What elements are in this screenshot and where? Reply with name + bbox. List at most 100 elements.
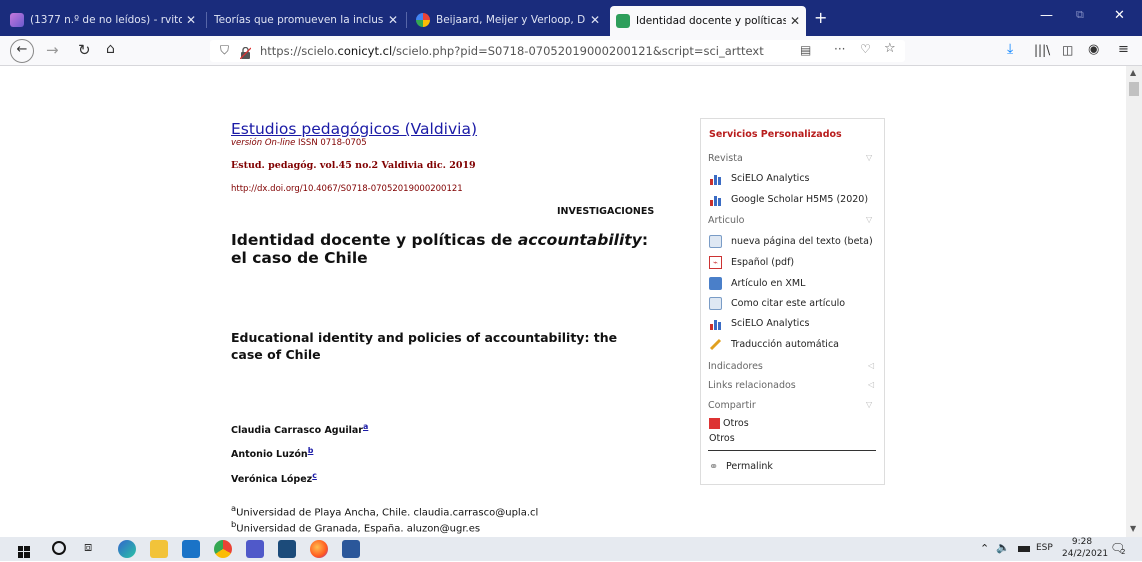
title-es-part1: Identidad docente y políticas de — [231, 231, 518, 249]
teams-icon[interactable] — [246, 540, 264, 558]
edge-icon[interactable] — [118, 540, 136, 558]
sidebar-item-label: Como citar este artículo — [731, 298, 846, 309]
battery-icon[interactable] — [1018, 546, 1030, 552]
sidebar-section-articulo[interactable]: Articulo — [708, 215, 744, 226]
author-2: Antonio Luzónb — [231, 446, 313, 460]
menu-icon[interactable]: ≡ — [1118, 42, 1129, 57]
task-view-icon[interactable]: ⧈ — [84, 540, 92, 555]
mail-app-icon[interactable] — [182, 540, 200, 558]
url-bar[interactable]: ⛉ https://scielo.conicyt.cl/scielo.php?p… — [210, 40, 905, 62]
link-icon: ⚭ — [709, 460, 719, 473]
sidebar-item-scielo-analytics-2[interactable]: SciELO Analytics — [709, 317, 810, 330]
sidebar-item-scielo-analytics[interactable]: SciELO Analytics — [709, 172, 810, 185]
insecure-lock-icon[interactable] — [239, 44, 252, 60]
author-sup-link[interactable]: a — [363, 422, 368, 431]
sidebar-item-otros[interactable]: Otros — [709, 433, 735, 444]
close-icon[interactable]: ✕ — [590, 13, 600, 27]
chevron-left-icon[interactable]: ◁ — [868, 361, 874, 370]
author-name: Antonio Luzón — [231, 449, 308, 461]
url-text[interactable]: https://scielo.conicyt.cl/scielo.php?pid… — [260, 44, 764, 58]
title-en-line1: Educational identity and policies of acc… — [231, 330, 618, 345]
author-3: Verónica Lópezc — [231, 471, 317, 485]
title-es-line2: el caso de Chile — [231, 249, 368, 267]
sidebar-section-compartir[interactable]: Compartir — [708, 400, 756, 411]
url-domain: conicyt.cl — [337, 44, 393, 58]
sidebar-section-revista[interactable]: Revista — [708, 153, 743, 164]
sidebar-item-google-scholar[interactable]: Google Scholar H5M5 (2020) — [709, 193, 868, 206]
close-icon[interactable]: ✕ — [388, 13, 398, 27]
chevron-left-icon[interactable]: ◁ — [868, 380, 874, 389]
sidebar-icon[interactable]: ◫ — [1062, 43, 1073, 57]
mail-icon — [10, 13, 24, 27]
sidebar-item-new-page[interactable]: nueva página del texto (beta) — [709, 235, 873, 248]
home-icon[interactable]: ⌂ — [106, 41, 115, 57]
scroll-down-icon[interactable]: ▼ — [1130, 524, 1136, 533]
title-es-emphasis: accountability — [517, 231, 642, 249]
back-arrow-icon[interactable]: ← — [10, 39, 34, 63]
sidebar-section-indicadores[interactable]: Indicadores — [708, 361, 763, 372]
affiliation-text: Universidad de Granada, España. aluzon@u… — [236, 523, 481, 535]
chrome-icon[interactable] — [214, 540, 232, 558]
chevron-down-icon[interactable]: ▽ — [866, 215, 872, 224]
tab-3[interactable]: Beijaard, Meijer y Verloop, D. (2 ✕ — [410, 8, 606, 32]
pencil-icon — [709, 338, 722, 351]
chevron-down-icon[interactable]: ▽ — [866, 153, 872, 162]
windows-start-icon[interactable] — [18, 543, 30, 558]
affiliation-1: aUniversidad de Playa Ancha, Chile. clau… — [231, 503, 538, 518]
volume-icon[interactable]: 🔈 — [996, 541, 1010, 554]
close-icon[interactable]: ✕ — [186, 13, 196, 27]
sidebar-item-translate[interactable]: Traducción automática — [709, 338, 839, 351]
sidebar-item-xml[interactable]: Artículo en XML — [709, 277, 805, 290]
author-sup-link[interactable]: c — [312, 471, 317, 480]
share-icon — [709, 418, 720, 429]
sidebar-item-pdf[interactable]: ⌁ Español (pdf) — [709, 256, 794, 269]
word-icon[interactable] — [342, 540, 360, 558]
journal-title-link[interactable]: Estudios pedagógicos (Valdivia) — [231, 120, 477, 138]
scroll-up-icon[interactable]: ▲ — [1130, 68, 1136, 77]
shield-icon[interactable]: ⛉ — [220, 43, 229, 58]
search-icon[interactable] — [52, 541, 66, 555]
forward-arrow-icon[interactable]: → — [46, 41, 59, 59]
xml-icon — [709, 277, 722, 290]
download-icon[interactable]: ⤓ — [1007, 41, 1013, 57]
tab-4-active[interactable]: Identidad docente y políticas d ✕ — [610, 6, 806, 36]
reload-icon[interactable]: ↻ — [78, 41, 91, 59]
sidebar-item-label: Otros — [709, 433, 735, 444]
doi-link[interactable]: http://dx.doi.org/10.4067/S0718-07052019… — [231, 184, 463, 194]
tab-bar: (1377 n.º de no leídos) - rviton ✕ Teorí… — [0, 0, 1142, 36]
sidebar-item-otros-share[interactable]: Otros — [709, 418, 749, 429]
sidebar-item-permalink[interactable]: ⚭ Permalink — [709, 460, 773, 473]
reader-view-icon[interactable]: ▤ — [800, 43, 811, 57]
sidebar-item-cite[interactable]: Como citar este artículo — [709, 297, 845, 310]
language-indicator[interactable]: ESP — [1036, 543, 1053, 553]
account-icon[interactable]: ◉ — [1088, 42, 1099, 57]
chevron-down-icon[interactable]: ▽ — [866, 400, 872, 409]
vertical-scrollbar[interactable]: ▲ ▼ — [1126, 66, 1142, 537]
tab-1[interactable]: (1377 n.º de no leídos) - rviton ✕ — [4, 8, 202, 32]
sidebar-item-label: SciELO Analytics — [731, 173, 810, 184]
close-icon[interactable]: ✕ — [790, 14, 800, 28]
sidebar-item-label: SciELO Analytics — [731, 318, 810, 329]
close-window-icon[interactable]: ✕ — [1114, 8, 1125, 23]
sidebar-section-links[interactable]: Links relacionados — [708, 380, 796, 391]
new-tab-button[interactable]: + — [814, 8, 827, 27]
author-sup-link[interactable]: b — [308, 446, 314, 455]
file-explorer-icon[interactable] — [150, 540, 168, 558]
library-icon[interactable]: |||\ — [1034, 43, 1050, 57]
tray-chevron-icon[interactable]: ⌃ — [980, 542, 989, 555]
pocket-icon[interactable]: ♡ — [860, 42, 871, 56]
pdf-icon: ⌁ — [709, 256, 722, 269]
minimize-icon[interactable]: — — [1040, 8, 1053, 23]
tab-2[interactable]: Teorías que promueven la inclusión ✕ — [208, 8, 404, 32]
author-1: Claudia Carrasco Aguilara — [231, 422, 368, 436]
firefox-icon[interactable] — [310, 540, 328, 558]
chat-app-icon[interactable] — [278, 540, 296, 558]
article-title-es: Identidad docente y políticas de account… — [231, 231, 648, 267]
scroll-thumb[interactable] — [1129, 82, 1139, 96]
document-icon — [709, 297, 722, 310]
page-actions-icon[interactable]: ··· — [834, 42, 845, 56]
maximize-icon[interactable]: ⧉ — [1076, 8, 1084, 22]
sidebar-item-label: nueva página del texto (beta) — [731, 236, 873, 247]
clock[interactable]: 9:28 24/2/2021 — [1062, 536, 1108, 560]
bookmark-star-icon[interactable]: ☆ — [884, 41, 896, 56]
